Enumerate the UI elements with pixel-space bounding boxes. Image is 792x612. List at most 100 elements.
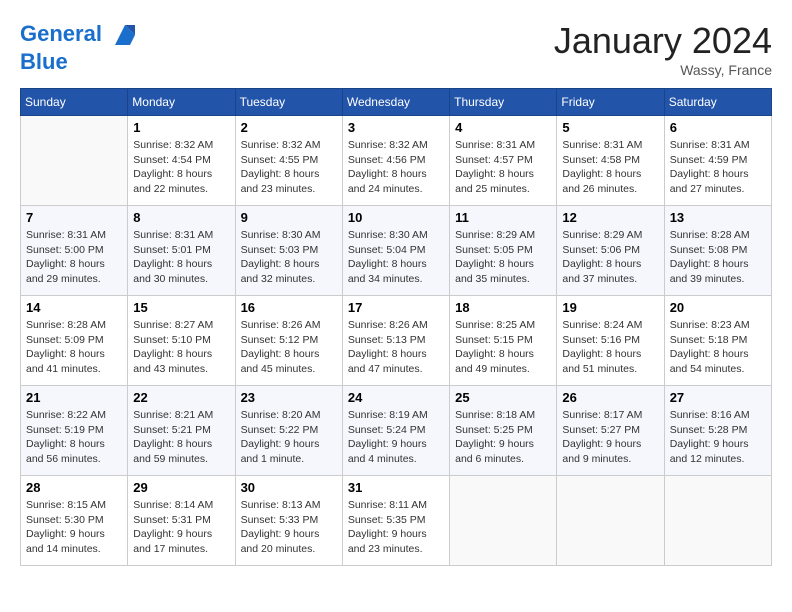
location: Wassy, France [554,62,772,78]
calendar-cell: 25 Sunrise: 8:18 AM Sunset: 5:25 PM Dayli… [450,386,557,476]
calendar-cell: 24Sunrise: 8:19 AM Sunset: 5:24 PM Dayli… [342,386,449,476]
weekday-header-sunday: Sunday [21,89,128,116]
day-number: 5 [562,120,658,135]
day-number: 11 [455,210,551,225]
weekday-header-tuesday: Tuesday [235,89,342,116]
day-number: 1 [133,120,229,135]
calendar-cell [450,476,557,566]
day-number: 14 [26,300,122,315]
calendar-cell: 9Sunrise: 8:30 AM Sunset: 5:03 PM Daylig… [235,206,342,296]
calendar-cell: 17Sunrise: 8:26 AM Sunset: 5:13 PM Dayli… [342,296,449,386]
day-info: Sunrise: 8:19 AM Sunset: 5:24 PM Dayligh… [348,408,444,467]
day-info: Sunrise: 8:32 AM Sunset: 4:55 PM Dayligh… [241,138,337,197]
calendar-cell: 1 Sunrise: 8:32 AM Sunset: 4:54 PM Daylig… [128,116,235,206]
calendar-cell: 5Sunrise: 8:31 AM Sunset: 4:58 PM Daylig… [557,116,664,206]
day-number: 18 [455,300,551,315]
calendar-cell: 8 Sunrise: 8:31 AM Sunset: 5:01 PM Daylig… [128,206,235,296]
day-info: Sunrise: 8:26 AM Sunset: 5:12 PM Dayligh… [241,318,337,377]
day-number: 25 [455,390,551,405]
day-number: 20 [670,300,766,315]
day-info: Sunrise: 8:32 AM Sunset: 4:54 PM Dayligh… [133,138,229,197]
calendar-cell: 7 Sunrise: 8:31 AM Sunset: 5:00 PM Daylig… [21,206,128,296]
day-info: Sunrise: 8:13 AM Sunset: 5:33 PM Dayligh… [241,498,337,557]
day-number: 13 [670,210,766,225]
calendar-cell: 30 Sunrise: 8:13 AM Sunset: 5:33 PM Dayli… [235,476,342,566]
day-number: 16 [241,300,337,315]
day-info: Sunrise: 8:20 AM Sunset: 5:22 PM Dayligh… [241,408,337,467]
calendar-cell: 21 Sunrise: 8:22 AM Sunset: 5:19 PM Dayli… [21,386,128,476]
day-info: Sunrise: 8:22 AM Sunset: 5:19 PM Dayligh… [26,408,122,467]
day-number: 7 [26,210,122,225]
day-info: Sunrise: 8:15 AM Sunset: 5:30 PM Dayligh… [26,498,122,557]
page-header: General Blue January 2024 Wassy, France [20,20,772,78]
calendar-cell: 6Sunrise: 8:31 AM Sunset: 4:59 PM Daylig… [664,116,771,206]
calendar-cell: 19 Sunrise: 8:24 AM Sunset: 5:16 PM Dayli… [557,296,664,386]
day-number: 8 [133,210,229,225]
day-number: 21 [26,390,122,405]
day-info: Sunrise: 8:29 AM Sunset: 5:06 PM Dayligh… [562,228,658,287]
calendar-cell: 27Sunrise: 8:16 AM Sunset: 5:28 PM Dayli… [664,386,771,476]
calendar-cell: 26 Sunrise: 8:17 AM Sunset: 5:27 PM Dayli… [557,386,664,476]
calendar-cell [664,476,771,566]
calendar-cell: 16 Sunrise: 8:26 AM Sunset: 5:12 PM Dayli… [235,296,342,386]
week-row-2: 7 Sunrise: 8:31 AM Sunset: 5:00 PM Daylig… [21,206,772,296]
calendar-cell: 15Sunrise: 8:27 AM Sunset: 5:10 PM Dayli… [128,296,235,386]
day-number: 30 [241,480,337,495]
day-number: 3 [348,120,444,135]
day-info: Sunrise: 8:31 AM Sunset: 5:01 PM Dayligh… [133,228,229,287]
title-block: January 2024 Wassy, France [554,20,772,78]
week-row-1: 1 Sunrise: 8:32 AM Sunset: 4:54 PM Daylig… [21,116,772,206]
day-info: Sunrise: 8:31 AM Sunset: 5:00 PM Dayligh… [26,228,122,287]
day-info: Sunrise: 8:11 AM Sunset: 5:35 PM Dayligh… [348,498,444,557]
day-info: Sunrise: 8:32 AM Sunset: 4:56 PM Dayligh… [348,138,444,197]
logo: General Blue [20,20,140,74]
day-info: Sunrise: 8:18 AM Sunset: 5:25 PM Dayligh… [455,408,551,467]
day-number: 22 [133,390,229,405]
calendar-cell: 22 Sunrise: 8:21 AM Sunset: 5:21 PM Dayli… [128,386,235,476]
weekday-header-wednesday: Wednesday [342,89,449,116]
calendar-cell: 2 Sunrise: 8:32 AM Sunset: 4:55 PM Daylig… [235,116,342,206]
week-row-3: 14 Sunrise: 8:28 AM Sunset: 5:09 PM Dayli… [21,296,772,386]
day-info: Sunrise: 8:28 AM Sunset: 5:08 PM Dayligh… [670,228,766,287]
weekday-header-thursday: Thursday [450,89,557,116]
calendar-cell: 20Sunrise: 8:23 AM Sunset: 5:18 PM Dayli… [664,296,771,386]
calendar-cell: 28Sunrise: 8:15 AM Sunset: 5:30 PM Dayli… [21,476,128,566]
day-info: Sunrise: 8:21 AM Sunset: 5:21 PM Dayligh… [133,408,229,467]
weekday-header-monday: Monday [128,89,235,116]
calendar-cell: 3 Sunrise: 8:32 AM Sunset: 4:56 PM Daylig… [342,116,449,206]
day-info: Sunrise: 8:30 AM Sunset: 5:04 PM Dayligh… [348,228,444,287]
day-number: 29 [133,480,229,495]
weekday-header-saturday: Saturday [664,89,771,116]
day-number: 31 [348,480,444,495]
weekday-header-friday: Friday [557,89,664,116]
day-number: 15 [133,300,229,315]
day-info: Sunrise: 8:25 AM Sunset: 5:15 PM Dayligh… [455,318,551,377]
day-number: 27 [670,390,766,405]
calendar-cell: 4 Sunrise: 8:31 AM Sunset: 4:57 PM Daylig… [450,116,557,206]
calendar-cell: 23Sunrise: 8:20 AM Sunset: 5:22 PM Dayli… [235,386,342,476]
calendar-cell: 11 Sunrise: 8:29 AM Sunset: 5:05 PM Dayli… [450,206,557,296]
calendar-cell: 12 Sunrise: 8:29 AM Sunset: 5:06 PM Dayli… [557,206,664,296]
day-info: Sunrise: 8:24 AM Sunset: 5:16 PM Dayligh… [562,318,658,377]
day-number: 9 [241,210,337,225]
day-number: 4 [455,120,551,135]
day-number: 2 [241,120,337,135]
header-row: SundayMondayTuesdayWednesdayThursdayFrid… [21,89,772,116]
day-number: 19 [562,300,658,315]
day-info: Sunrise: 8:26 AM Sunset: 5:13 PM Dayligh… [348,318,444,377]
day-info: Sunrise: 8:29 AM Sunset: 5:05 PM Dayligh… [455,228,551,287]
day-info: Sunrise: 8:28 AM Sunset: 5:09 PM Dayligh… [26,318,122,377]
calendar-cell: 13 Sunrise: 8:28 AM Sunset: 5:08 PM Dayli… [664,206,771,296]
calendar-cell: 18 Sunrise: 8:25 AM Sunset: 5:15 PM Dayli… [450,296,557,386]
logo-blue: Blue [20,50,140,74]
day-info: Sunrise: 8:14 AM Sunset: 5:31 PM Dayligh… [133,498,229,557]
day-info: Sunrise: 8:17 AM Sunset: 5:27 PM Dayligh… [562,408,658,467]
day-number: 26 [562,390,658,405]
week-row-4: 21 Sunrise: 8:22 AM Sunset: 5:19 PM Dayli… [21,386,772,476]
day-info: Sunrise: 8:31 AM Sunset: 4:57 PM Dayligh… [455,138,551,197]
day-info: Sunrise: 8:31 AM Sunset: 4:59 PM Dayligh… [670,138,766,197]
calendar-cell: 29 Sunrise: 8:14 AM Sunset: 5:31 PM Dayli… [128,476,235,566]
day-number: 12 [562,210,658,225]
calendar-cell: 10Sunrise: 8:30 AM Sunset: 5:04 PM Dayli… [342,206,449,296]
calendar-table: SundayMondayTuesdayWednesdayThursdayFrid… [20,88,772,566]
